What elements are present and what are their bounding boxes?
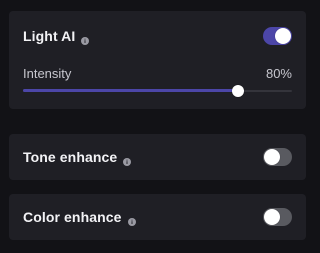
tone-enhance-toggle[interactable] — [263, 148, 292, 166]
toggle-knob — [275, 28, 291, 44]
tone-enhance-title-wrap: Tone enhance — [23, 149, 132, 166]
intensity-row: Intensity 80% — [23, 66, 292, 81]
intensity-slider-thumb[interactable] — [232, 85, 245, 97]
light-ai-toggle[interactable] — [263, 27, 292, 45]
color-enhance-toggle[interactable] — [263, 208, 292, 226]
toggle-knob — [264, 149, 280, 165]
intensity-label: Intensity — [23, 66, 72, 81]
color-enhance-row: Color enhance — [23, 208, 292, 226]
info-icon[interactable] — [123, 153, 132, 166]
light-ai-header: Light AI — [23, 27, 292, 45]
tone-enhance-panel: Tone enhance — [9, 134, 306, 180]
tone-enhance-title: Tone enhance — [23, 149, 118, 165]
color-enhance-panel: Color enhance — [9, 194, 306, 240]
intensity-slider-fill — [23, 89, 239, 92]
intensity-slider[interactable] — [23, 85, 292, 97]
tone-enhance-row: Tone enhance — [23, 148, 292, 166]
intensity-value: 80% — [265, 66, 292, 81]
light-ai-panel: Light AI Intensity 80% — [9, 11, 306, 109]
color-enhance-title: Color enhance — [23, 209, 122, 225]
color-enhance-title-wrap: Color enhance — [23, 209, 136, 226]
light-ai-title-wrap: Light AI — [23, 28, 90, 45]
light-ai-title: Light AI — [23, 28, 76, 44]
info-icon[interactable] — [127, 213, 136, 226]
info-icon[interactable] — [81, 32, 90, 45]
toggle-knob — [264, 209, 280, 225]
